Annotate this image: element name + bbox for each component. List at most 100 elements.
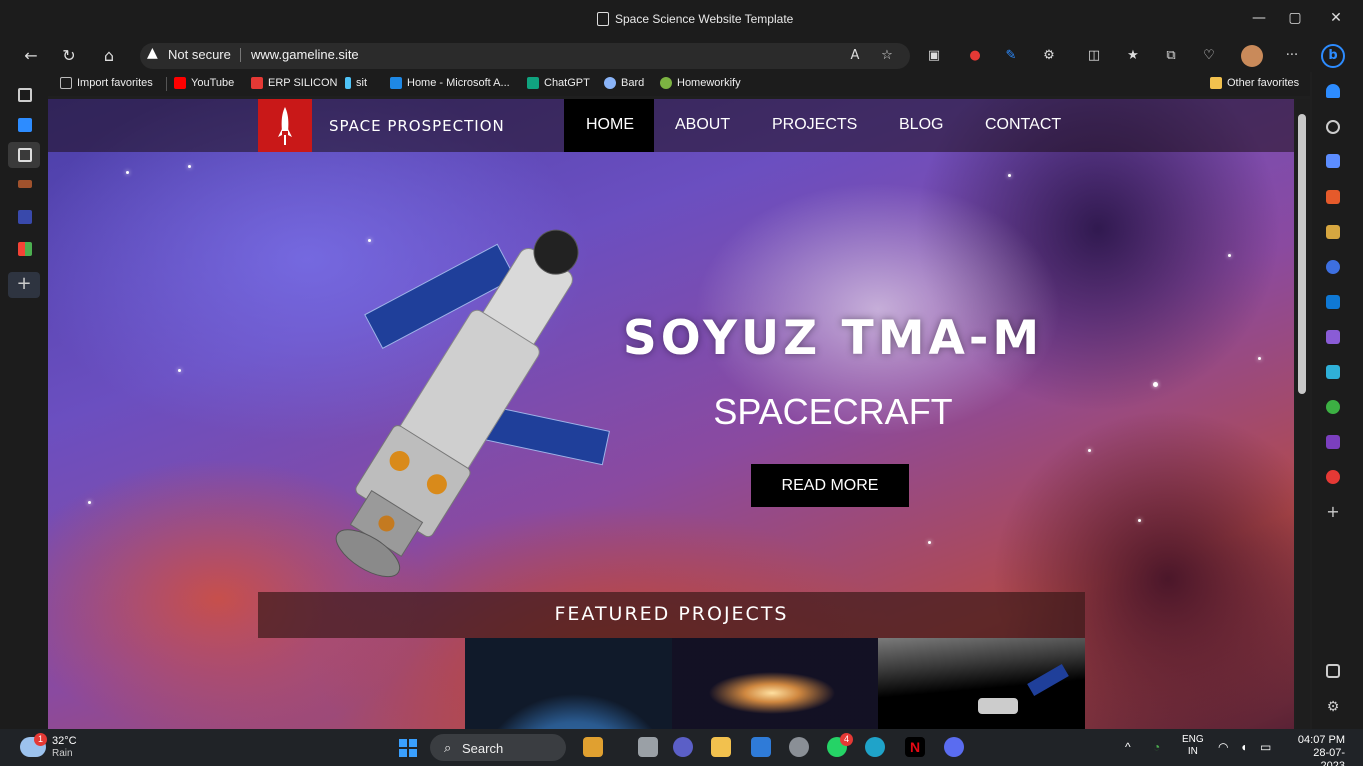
extension-icon[interactable]: ▣ [925, 47, 943, 65]
new-tab-button[interactable]: + [8, 272, 40, 298]
site-brand[interactable]: SPACE PROSPECTION [329, 117, 505, 135]
nav-about[interactable]: ABOUT [675, 116, 730, 134]
taskbar-app-store-icon[interactable] [751, 737, 771, 757]
tab-document-icon[interactable] [18, 148, 32, 162]
weather-temperature[interactable]: 32°C [52, 735, 77, 747]
taskbar-app-netflix-icon[interactable]: N [905, 737, 925, 757]
tree-icon[interactable] [1326, 400, 1340, 414]
page-scrollbar-thumb[interactable] [1298, 114, 1306, 394]
taskbar-app-briefcase-icon[interactable] [583, 737, 603, 757]
weather-badge: 1 [34, 733, 47, 746]
nav-contact[interactable]: CONTACT [985, 116, 1061, 134]
favorites-icon[interactable]: ★ [1124, 47, 1142, 65]
favorite-homeworkify[interactable]: Homeworkify [660, 77, 741, 89]
taskbar-app-edge-icon[interactable] [865, 737, 885, 757]
minimize-button[interactable]: — [1249, 10, 1269, 26]
project-thumbnail-galaxy[interactable] [672, 638, 879, 729]
profile-avatar[interactable] [1241, 45, 1263, 67]
onenote-icon[interactable] [1326, 435, 1340, 449]
tools-icon[interactable] [1326, 190, 1340, 204]
notification-bell-icon[interactable] [1326, 84, 1340, 98]
favorite-youtube[interactable]: YouTube [174, 77, 234, 89]
favorite-import[interactable]: Import favorites [60, 77, 153, 89]
extension-red-icon[interactable]: ● [966, 47, 984, 65]
star [1088, 449, 1091, 452]
shopping-tag-icon[interactable] [1326, 154, 1340, 168]
bard-icon [604, 77, 616, 89]
browser-essentials-icon[interactable]: ♡ [1200, 47, 1218, 65]
battery-icon[interactable]: ▭ [1260, 740, 1271, 754]
station-icon [978, 663, 1069, 714]
url-text[interactable]: www.gameline.site [251, 47, 359, 62]
sidebar-settings-icon[interactable]: ⚙ [1326, 700, 1340, 714]
other-favorites[interactable]: Other favorites [1210, 77, 1299, 89]
copilot-icon[interactable] [1326, 260, 1340, 274]
taskbar-app-settings-icon[interactable] [789, 737, 809, 757]
star [1008, 174, 1011, 177]
back-icon[interactable]: ← [20, 46, 42, 68]
tab-hat-icon[interactable] [18, 180, 32, 188]
hide-sidebar-icon[interactable] [1326, 664, 1340, 678]
window-title: Space Science Website Template [597, 12, 793, 26]
taskbar-app-loop-icon[interactable] [944, 737, 964, 757]
nav-projects[interactable]: PROJECTS [772, 116, 857, 134]
games-icon[interactable] [1326, 225, 1340, 239]
send-icon[interactable] [1326, 365, 1340, 379]
volume-icon[interactable]: ◖ [1240, 740, 1247, 754]
more-menu-icon[interactable]: ··· [1283, 47, 1301, 65]
tab-actions-icon[interactable] [18, 88, 32, 102]
extensions-icon[interactable]: ⚙ [1040, 47, 1058, 65]
system-clock[interactable]: 04:07 PM 28-07-2023 [1289, 734, 1345, 766]
collections-icon[interactable]: ⧉ [1162, 47, 1180, 65]
home-icon[interactable]: ⌂ [98, 46, 120, 68]
rocket-logo[interactable] [258, 99, 312, 152]
favorite-label: Bard [621, 77, 645, 89]
favorite-chatgpt[interactable]: ChatGPT [527, 77, 590, 89]
nav-blog[interactable]: BLOG [899, 116, 943, 134]
whatsapp-badge: 4 [840, 733, 853, 746]
tab-microsoft-icon[interactable] [18, 242, 32, 256]
other-favorites-label: Other favorites [1227, 77, 1300, 89]
star [1138, 519, 1141, 522]
tab-h-icon[interactable] [18, 210, 32, 224]
favorite-erp-silicon[interactable]: ERP SILICON [251, 77, 338, 89]
favorite-microsoft[interactable]: Home - Microsoft A... [390, 77, 510, 89]
read-more-button[interactable]: READ MORE [751, 464, 909, 507]
wifi-icon[interactable]: ◠ [1218, 740, 1228, 754]
hero-subtitle: SPACECRAFT [713, 391, 953, 432]
favorite-bard[interactable]: Bard [604, 77, 644, 89]
language-indicator[interactable]: ENG IN [1182, 734, 1204, 758]
windows-start-icon[interactable] [399, 739, 417, 757]
restore-button[interactable]: ▢ [1285, 10, 1305, 26]
extension-pen-icon[interactable]: ✎ [1002, 47, 1020, 65]
weather-condition[interactable]: Rain [52, 748, 73, 759]
split-screen-icon[interactable]: ◫ [1085, 47, 1103, 65]
favorite-label: Import favorites [77, 77, 153, 89]
project-thumbnail-moon-station[interactable] [878, 638, 1085, 729]
edge-sidebar: + ⚙ [1312, 72, 1363, 729]
taskbar-app-explorer-icon[interactable] [711, 737, 731, 757]
refresh-icon[interactable]: ↻ [58, 46, 80, 68]
youtube-music-icon[interactable] [1326, 470, 1340, 484]
close-button[interactable]: ✕ [1326, 10, 1346, 26]
star [1228, 254, 1231, 257]
nav-home[interactable]: HOME [586, 116, 634, 134]
favorite-star-icon[interactable]: ☆ [878, 47, 896, 65]
window-titlebar: Space Science Website Template — ▢ ✕ [0, 0, 1363, 40]
outlook-icon[interactable] [1326, 295, 1340, 309]
designer-icon[interactable] [1326, 330, 1340, 344]
taskbar-app-teams-icon[interactable] [673, 737, 693, 757]
not-secure-label[interactable]: Not secure [168, 47, 231, 62]
tray-app-icon[interactable]: ◔ [1153, 740, 1160, 754]
add-sidebar-icon[interactable]: + [1326, 504, 1340, 520]
tab-azure-icon[interactable] [18, 118, 32, 132]
taskbar-app-taskview-icon[interactable] [638, 737, 658, 757]
taskbar-search-label[interactable]: Search [462, 741, 503, 756]
project-thumbnail-earth[interactable] [465, 638, 672, 729]
bing-copilot-icon[interactable]: b [1321, 44, 1345, 68]
search-icon[interactable] [1326, 120, 1340, 134]
read-aloud-icon[interactable]: A [846, 47, 864, 65]
favorite-sit[interactable]: sit [345, 77, 367, 89]
warning-icon[interactable]: ▲ [147, 45, 158, 61]
tray-chevron-icon[interactable]: ^ [1125, 740, 1131, 754]
